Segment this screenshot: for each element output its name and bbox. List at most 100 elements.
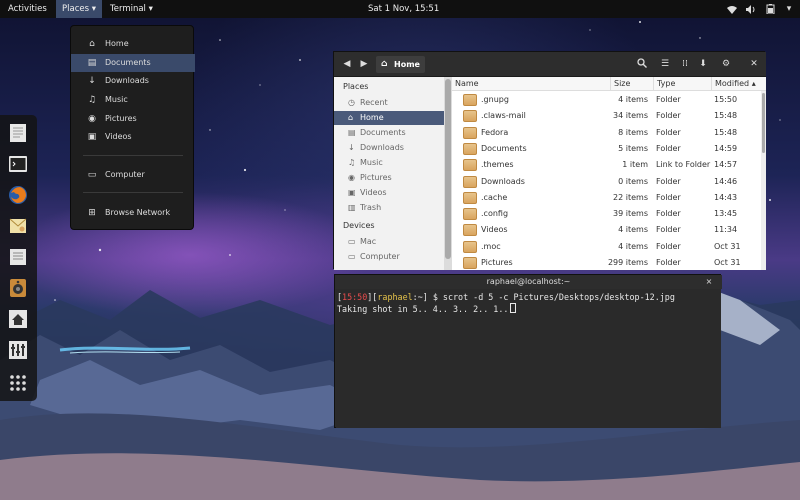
close-icon[interactable]: ✕ bbox=[748, 58, 760, 70]
terminal-output-line: Taking shot in 5.. 4.. 3.. 2.. 1.. bbox=[337, 303, 720, 315]
prompt-path: ~ bbox=[417, 292, 423, 302]
text-cursor bbox=[510, 303, 517, 313]
menu-separator bbox=[83, 155, 183, 156]
music-icon: ♫ bbox=[348, 158, 356, 167]
network-home-icon[interactable] bbox=[8, 309, 28, 329]
places-item-browse-network[interactable]: ⊞ Browse Network bbox=[71, 204, 195, 222]
table-row[interactable]: .config 39 items Folder 13:45 bbox=[452, 206, 762, 222]
file-list-scrollbar[interactable] bbox=[761, 91, 766, 270]
network-icon: ⊞ bbox=[88, 208, 96, 218]
table-row[interactable]: .gnupg 4 items Folder 15:50 bbox=[452, 92, 762, 108]
column-header-name[interactable]: Name bbox=[452, 77, 610, 91]
download-icon: ↓ bbox=[88, 76, 96, 86]
file-modified: Oct 31 bbox=[714, 258, 741, 267]
chevron-down-icon[interactable]: ▾ bbox=[784, 4, 794, 14]
places-item-downloads[interactable]: ↓ Downloads bbox=[71, 72, 195, 90]
sidebar-item-computer[interactable]: ▭ Computer bbox=[334, 250, 444, 264]
terminal-app-menu-button[interactable]: Terminal ▾ bbox=[104, 0, 159, 18]
speaker-icon[interactable] bbox=[8, 278, 28, 298]
close-icon[interactable]: × bbox=[703, 275, 715, 289]
file-list: Name Size Type Modified ▴ .gnupg 4 items F… bbox=[452, 77, 766, 270]
file-type: Folder bbox=[656, 192, 681, 202]
search-icon[interactable] bbox=[636, 58, 648, 70]
file-type: Link to Folder bbox=[656, 160, 711, 170]
gear-icon[interactable]: ⚙ bbox=[720, 58, 732, 70]
camera-icon: ◉ bbox=[348, 173, 355, 182]
show-apps-icon[interactable] bbox=[8, 373, 28, 393]
places-item-videos[interactable]: ▣ Videos bbox=[71, 128, 195, 146]
clock[interactable]: Sat 1 Nov, 15:51 bbox=[362, 0, 445, 18]
back-arrow-icon[interactable]: ◀ bbox=[341, 58, 353, 70]
path-bar-home[interactable]: ⌂ Home bbox=[376, 56, 425, 73]
list-view-icon[interactable]: ☰ bbox=[659, 58, 671, 70]
file-list-scrollbar-thumb[interactable] bbox=[762, 93, 765, 153]
column-header-modified[interactable]: Modified ▴ bbox=[711, 77, 761, 91]
sidebar-scrollbar[interactable] bbox=[444, 77, 452, 270]
file-modified: 14:46 bbox=[714, 176, 738, 186]
column-header-size[interactable]: Size bbox=[610, 77, 653, 91]
text-editor-icon[interactable] bbox=[8, 123, 28, 143]
table-row[interactable]: Downloads 0 items Folder 14:46 bbox=[452, 174, 762, 190]
terminal-command: $ scrot -d 5 -c Pictures/Desktops/deskto… bbox=[432, 292, 675, 302]
mail-icon[interactable] bbox=[8, 216, 28, 236]
sort-ascending-icon: ▴ bbox=[751, 79, 756, 88]
menu-separator bbox=[83, 192, 183, 193]
sidebar-item-mac[interactable]: ▭ Mac bbox=[334, 235, 444, 249]
sidebar-item-documents[interactable]: ▤ Documents bbox=[334, 126, 444, 140]
activities-button[interactable]: Activities bbox=[2, 0, 53, 18]
volume-icon[interactable] bbox=[746, 4, 756, 14]
sidebar-item-home[interactable]: ⌂ Home bbox=[334, 111, 444, 125]
document-viewer-icon[interactable] bbox=[8, 247, 28, 267]
sort-down-icon[interactable]: ⬇ bbox=[697, 58, 709, 70]
file-modified: 13:45 bbox=[714, 209, 738, 219]
places-menu: ⌂ Home ▤ Documents ↓ Downloads ♫ Music ◉ Pict… bbox=[70, 25, 195, 230]
sidebar-item-recent[interactable]: ◷ Recent bbox=[334, 96, 444, 110]
system-tray[interactable]: ▾ bbox=[727, 0, 794, 18]
column-header-type[interactable]: Type bbox=[653, 77, 711, 91]
table-row[interactable]: .themes 1 item Link to Folder 14:57 bbox=[452, 157, 762, 173]
sidebar-item-downloads[interactable]: ↓ Downloads bbox=[334, 141, 444, 155]
file-type: Folder bbox=[656, 209, 681, 219]
table-row[interactable]: .claws-mail 34 items Folder 15:48 bbox=[452, 108, 762, 124]
places-item-documents[interactable]: ▤ Documents bbox=[71, 54, 195, 72]
settings-icon[interactable] bbox=[8, 340, 28, 360]
file-type: Folder bbox=[656, 127, 681, 137]
download-icon: ↓ bbox=[348, 143, 355, 152]
wifi-icon[interactable] bbox=[727, 4, 737, 14]
sidebar-item-music[interactable]: ♫ Music bbox=[334, 156, 444, 170]
table-row[interactable]: Documents 5 items Folder 14:59 bbox=[452, 141, 762, 157]
terminal-icon[interactable] bbox=[8, 154, 28, 174]
battery-icon[interactable] bbox=[765, 4, 775, 14]
sidebar-item-pictures[interactable]: ◉ Pictures bbox=[334, 171, 444, 185]
file-manager-sidebar: Places ◷ Recent ⌂ Home ▤ Documents ↓ Downloa… bbox=[334, 77, 452, 270]
file-type: Folder bbox=[656, 143, 681, 153]
places-item-pictures[interactable]: ◉ Pictures bbox=[71, 110, 195, 128]
prompt-user: raphael bbox=[377, 292, 413, 302]
file-size: 8 items bbox=[618, 127, 648, 137]
file-type: Folder bbox=[656, 111, 681, 121]
file-size: 34 items bbox=[613, 111, 648, 121]
sidebar-scrollbar-thumb[interactable] bbox=[445, 79, 451, 259]
document-icon: ▤ bbox=[348, 128, 356, 137]
table-row[interactable]: .cache 22 items Folder 14:43 bbox=[452, 190, 762, 206]
table-row[interactable]: Fedora 8 items Folder 15:48 bbox=[452, 125, 762, 141]
clock-icon: ◷ bbox=[348, 98, 355, 107]
places-item-music[interactable]: ♫ Music bbox=[71, 91, 195, 109]
sidebar-heading-devices: Devices bbox=[343, 221, 375, 230]
camera-icon: ◉ bbox=[88, 114, 96, 124]
places-item-home[interactable]: ⌂ Home bbox=[71, 35, 195, 53]
terminal-output[interactable]: [15:50][raphael:~] $ scrot -d 5 -c Pictu… bbox=[336, 289, 721, 428]
sidebar-item-trash[interactable]: ▥ Trash bbox=[334, 201, 444, 215]
sidebar-heading-places: Places bbox=[343, 82, 369, 91]
file-type: Folder bbox=[656, 241, 681, 251]
forward-arrow-icon[interactable]: ▶ bbox=[358, 58, 370, 70]
table-row[interactable]: Videos 4 items Folder 11:34 bbox=[452, 222, 762, 238]
places-item-computer[interactable]: ▭ Computer bbox=[71, 166, 195, 184]
table-row[interactable]: .moc 4 items Folder Oct 31 bbox=[452, 239, 762, 255]
table-row[interactable]: Pictures 299 items Folder Oct 31 bbox=[452, 255, 762, 270]
firefox-icon[interactable] bbox=[8, 185, 28, 205]
sidebar-item-videos[interactable]: ▣ Videos bbox=[334, 186, 444, 200]
document-icon: ▤ bbox=[87, 58, 97, 68]
grid-view-icon[interactable]: ⁞⁞ bbox=[679, 58, 691, 70]
places-menu-button[interactable]: Places ▾ bbox=[56, 0, 102, 18]
